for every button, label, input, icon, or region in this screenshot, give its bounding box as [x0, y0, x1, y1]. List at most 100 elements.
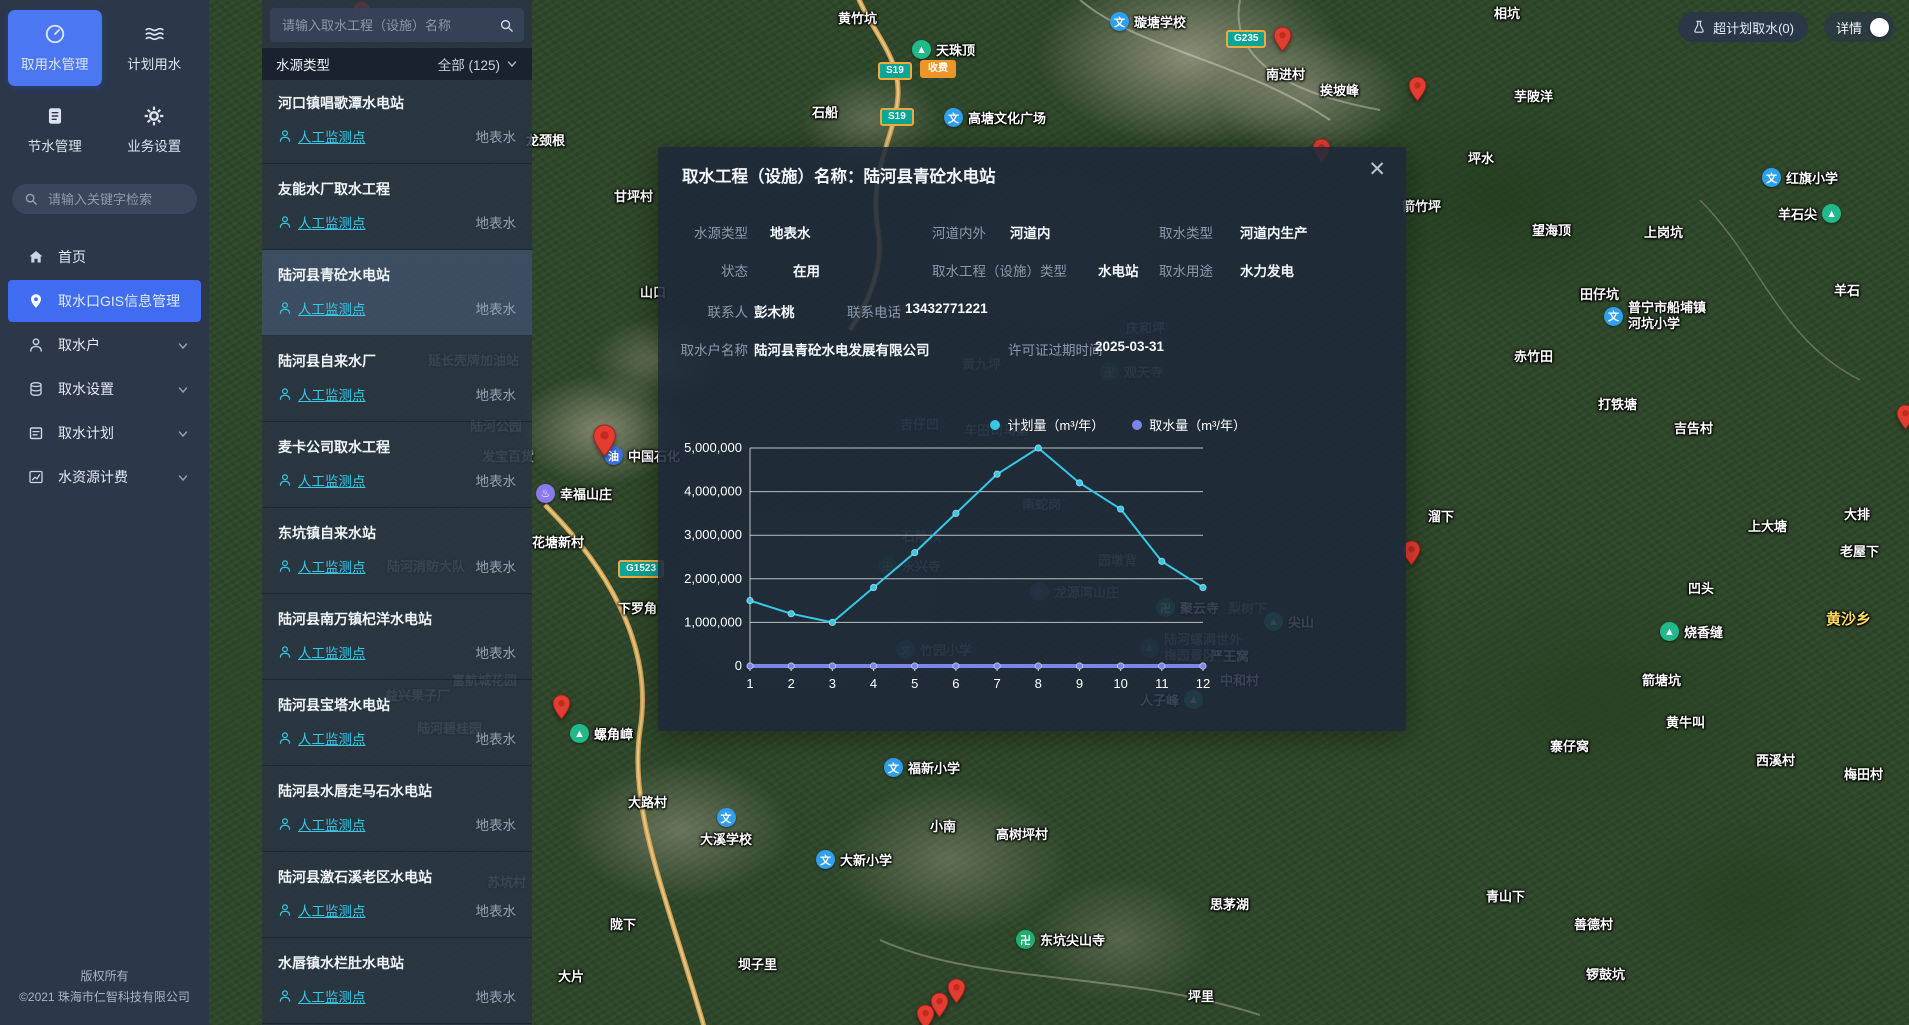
sidebar-item-billing[interactable]: 水资源计费	[8, 456, 201, 498]
monitor-point-link[interactable]: 人工监测点	[278, 814, 366, 834]
map-label: 挨坡峰	[1320, 80, 1359, 99]
svg-text:3,000,000: 3,000,000	[684, 527, 742, 542]
field-value: 河道内生产	[1240, 222, 1308, 242]
map-label: 青山下	[1486, 886, 1525, 905]
field-label: 水源类型	[676, 222, 748, 242]
legend-item[interactable]: 取水量（m³/年）	[1132, 415, 1246, 434]
water-source-filter[interactable]: 水源类型 全部 (125)	[262, 48, 532, 80]
station-list-item[interactable]: 水唇镇水栏肚水电站 人工监测点 地表水	[262, 938, 532, 1024]
map-label: 打铁塘	[1598, 394, 1637, 413]
sidebar-item-gis[interactable]: 取水口GIS信息管理	[8, 280, 201, 322]
monitor-point-link[interactable]: 人工监测点	[278, 642, 366, 662]
station-list-item[interactable]: 陆河县激石溪老区水电站 人工监测点 地表水	[262, 852, 532, 938]
sidebar-item-users[interactable]: 取水户	[8, 324, 201, 366]
map-marker-pin[interactable]	[1273, 26, 1292, 52]
field-label: 取水工程（设施）类型	[932, 260, 1067, 280]
app-tab-water-use[interactable]: 取用水管理	[8, 10, 102, 86]
monitor-point-link[interactable]: 人工监测点	[278, 470, 366, 490]
field-value: 地表水	[770, 222, 811, 242]
map-marker-pin[interactable]	[947, 978, 966, 1004]
chevron-down-icon[interactable]	[506, 58, 518, 70]
map-marker-pin[interactable]	[592, 424, 617, 457]
sidebar-item-home[interactable]: 首页	[8, 236, 201, 278]
filter-value[interactable]: 全部 (125)	[438, 54, 500, 74]
station-list-item[interactable]: 陆河县自来水厂 人工监测点 地表水	[262, 336, 532, 422]
chevron-down-icon[interactable]	[177, 383, 189, 395]
over-plan-alert-button[interactable]: 超计划取水(0)	[1678, 12, 1808, 42]
map-marker-pin[interactable]	[552, 694, 571, 720]
svg-text:10: 10	[1113, 676, 1127, 691]
map-label: 相坑	[1494, 3, 1520, 22]
station-list-item[interactable]: 陆河县宝塔水电站 人工监测点 地表水	[262, 680, 532, 766]
monitor-point-link[interactable]: 人工监测点	[278, 126, 366, 146]
chevron-down-icon[interactable]	[177, 471, 189, 483]
school-icon: 文	[1604, 307, 1623, 326]
water-type-label: 地表水	[476, 728, 517, 748]
svg-text:5: 5	[911, 676, 918, 691]
station-list-item[interactable]: 陆河县水唇走马石水电站 人工监测点 地表水	[262, 766, 532, 852]
water-type-label: 地表水	[476, 900, 517, 920]
map-label: ♨幸福山庄	[536, 484, 612, 503]
station-list-item[interactable]: 陆河县南万镇杞洋水电站 人工监测点 地表水	[262, 594, 532, 680]
app-tab-settings[interactable]: 业务设置	[108, 92, 202, 168]
station-search-box	[270, 8, 524, 42]
monitor-point-link[interactable]: 人工监测点	[278, 986, 366, 1006]
map-marker-pin[interactable]	[1408, 76, 1427, 102]
monitor-point-link[interactable]: 人工监测点	[278, 212, 366, 232]
field-value: 13432771221	[905, 301, 988, 316]
map-label: 赤竹田	[1514, 346, 1553, 365]
field-label: 联系电话	[847, 301, 901, 321]
sidebar-search-input[interactable]	[46, 191, 185, 208]
legend-dot-icon	[990, 420, 1000, 430]
map-marker-pin[interactable]	[1896, 404, 1909, 430]
field-label: 取水用途	[1159, 260, 1213, 280]
copyright-line1: 版权所有	[0, 966, 209, 988]
map-label: 芋陂洋	[1514, 86, 1553, 105]
monitor-point-link[interactable]: 人工监测点	[278, 900, 366, 920]
map-label: 上岗坑	[1644, 222, 1683, 241]
home-icon	[28, 249, 44, 265]
school-icon: 文	[884, 758, 903, 777]
water-type-label: 地表水	[476, 212, 517, 232]
intake-chart: 01,000,0002,000,0003,000,0004,000,0005,0…	[658, 387, 1358, 717]
search-icon[interactable]	[499, 18, 514, 33]
monitor-point-link[interactable]: 人工监测点	[278, 298, 366, 318]
detail-toggle[interactable]: 详情	[1824, 12, 1895, 42]
close-icon[interactable]: ✕	[1368, 159, 1386, 180]
map-label: 黄竹坑	[838, 8, 877, 27]
chart-icon	[28, 469, 44, 485]
sidebar-item-intake-plan[interactable]: 取水计划	[8, 412, 201, 454]
chevron-down-icon[interactable]	[177, 427, 189, 439]
monitor-point-link[interactable]: 人工监测点	[278, 728, 366, 748]
station-list-item[interactable]: 麦卡公司取水工程 人工监测点 地表水	[262, 422, 532, 508]
app-switcher: 取用水管理 计划用水 节水管理 业务设置	[0, 0, 209, 172]
map-marker-pin[interactable]	[916, 1004, 935, 1025]
legend-item[interactable]: 计划量（m³/年）	[990, 415, 1104, 434]
toggle-knob[interactable]	[1870, 18, 1889, 37]
field-label: 取水户名称	[676, 339, 748, 359]
map-label: 善德村	[1574, 914, 1613, 933]
monitor-point-link[interactable]: 人工监测点	[278, 384, 366, 404]
map-label: ▲烧香缝	[1660, 622, 1723, 641]
app-tab-save-water[interactable]: 节水管理	[8, 92, 102, 168]
svg-text:12: 12	[1196, 676, 1210, 691]
water-type-label: 地表水	[476, 298, 517, 318]
station-list-item[interactable]: 陆河县青砼水电站 人工监测点 地表水	[262, 250, 532, 336]
station-list-item[interactable]: 友能水厂取水工程 人工监测点 地表水	[262, 164, 532, 250]
modal-title: 取水工程（设施）名称：陆河县青砼水电站	[682, 163, 996, 187]
monitor-point-link[interactable]: 人工监测点	[278, 556, 366, 576]
sidebar-item-intake-settings[interactable]: 取水设置	[8, 368, 201, 410]
mountain-icon: ▲	[912, 40, 931, 59]
chevron-down-icon[interactable]	[177, 339, 189, 351]
person-icon	[278, 215, 292, 229]
map-label: 下罗角	[618, 598, 657, 617]
map-label: 坪水	[1468, 148, 1494, 167]
app-tab-plan-water[interactable]: 计划用水	[108, 10, 202, 86]
station-list-item[interactable]: 东坑镇自来水站 人工监测点 地表水	[262, 508, 532, 594]
person-icon	[278, 645, 292, 659]
field-label: 状态	[676, 260, 748, 280]
map-label: 卍东坑尖山寺	[1016, 930, 1105, 949]
station-search-input[interactable]	[280, 17, 499, 34]
station-list-item[interactable]: 河口镇唱歌潭水电站 人工监测点 地表水	[262, 78, 532, 164]
user-icon	[28, 337, 44, 353]
